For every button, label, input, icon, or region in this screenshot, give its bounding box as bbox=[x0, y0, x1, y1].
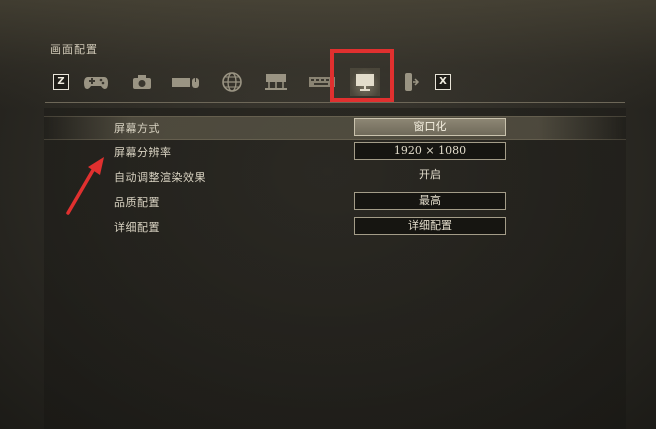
page-title: 画面配置 bbox=[50, 43, 98, 56]
setting-label: 详细配置 bbox=[114, 221, 160, 234]
keyboard-mouse-icon[interactable] bbox=[171, 68, 201, 96]
setting-label: 屏幕方式 bbox=[114, 122, 160, 135]
screen-mode-select[interactable]: 窗口化 bbox=[354, 118, 506, 136]
setting-row-quality[interactable]: 品质配置 最高 bbox=[44, 191, 626, 213]
setting-label: 品质配置 bbox=[114, 196, 160, 209]
speaker-icon[interactable] bbox=[396, 68, 426, 96]
gamepad-icon[interactable] bbox=[81, 68, 111, 96]
setting-row-screen-mode[interactable]: 屏幕方式 窗口化 bbox=[44, 116, 626, 140]
highlight-box bbox=[330, 49, 394, 102]
setting-label: 屏幕分辨率 bbox=[114, 146, 172, 159]
network-icon[interactable] bbox=[261, 68, 291, 96]
quality-select[interactable]: 最高 bbox=[354, 192, 506, 210]
globe-icon[interactable] bbox=[217, 68, 247, 96]
setting-label: 自动调整渲染效果 bbox=[114, 171, 206, 184]
resolution-select[interactable]: 1920 × 1080 bbox=[354, 142, 506, 160]
setting-row-detail[interactable]: 详细配置 详细配置 bbox=[44, 216, 626, 238]
setting-row-resolution[interactable]: 屏幕分辨率 1920 × 1080 bbox=[44, 141, 626, 163]
x-key-icon[interactable]: X bbox=[435, 74, 451, 90]
detail-config-button[interactable]: 详细配置 bbox=[354, 217, 506, 235]
setting-row-auto-render[interactable]: 自动调整渲染效果 开启 bbox=[44, 166, 626, 188]
camera-icon[interactable] bbox=[127, 68, 157, 96]
auto-render-toggle[interactable]: 开启 bbox=[354, 167, 506, 185]
z-key-icon[interactable]: Z bbox=[53, 74, 69, 90]
annotation-arrow-icon bbox=[66, 157, 104, 215]
